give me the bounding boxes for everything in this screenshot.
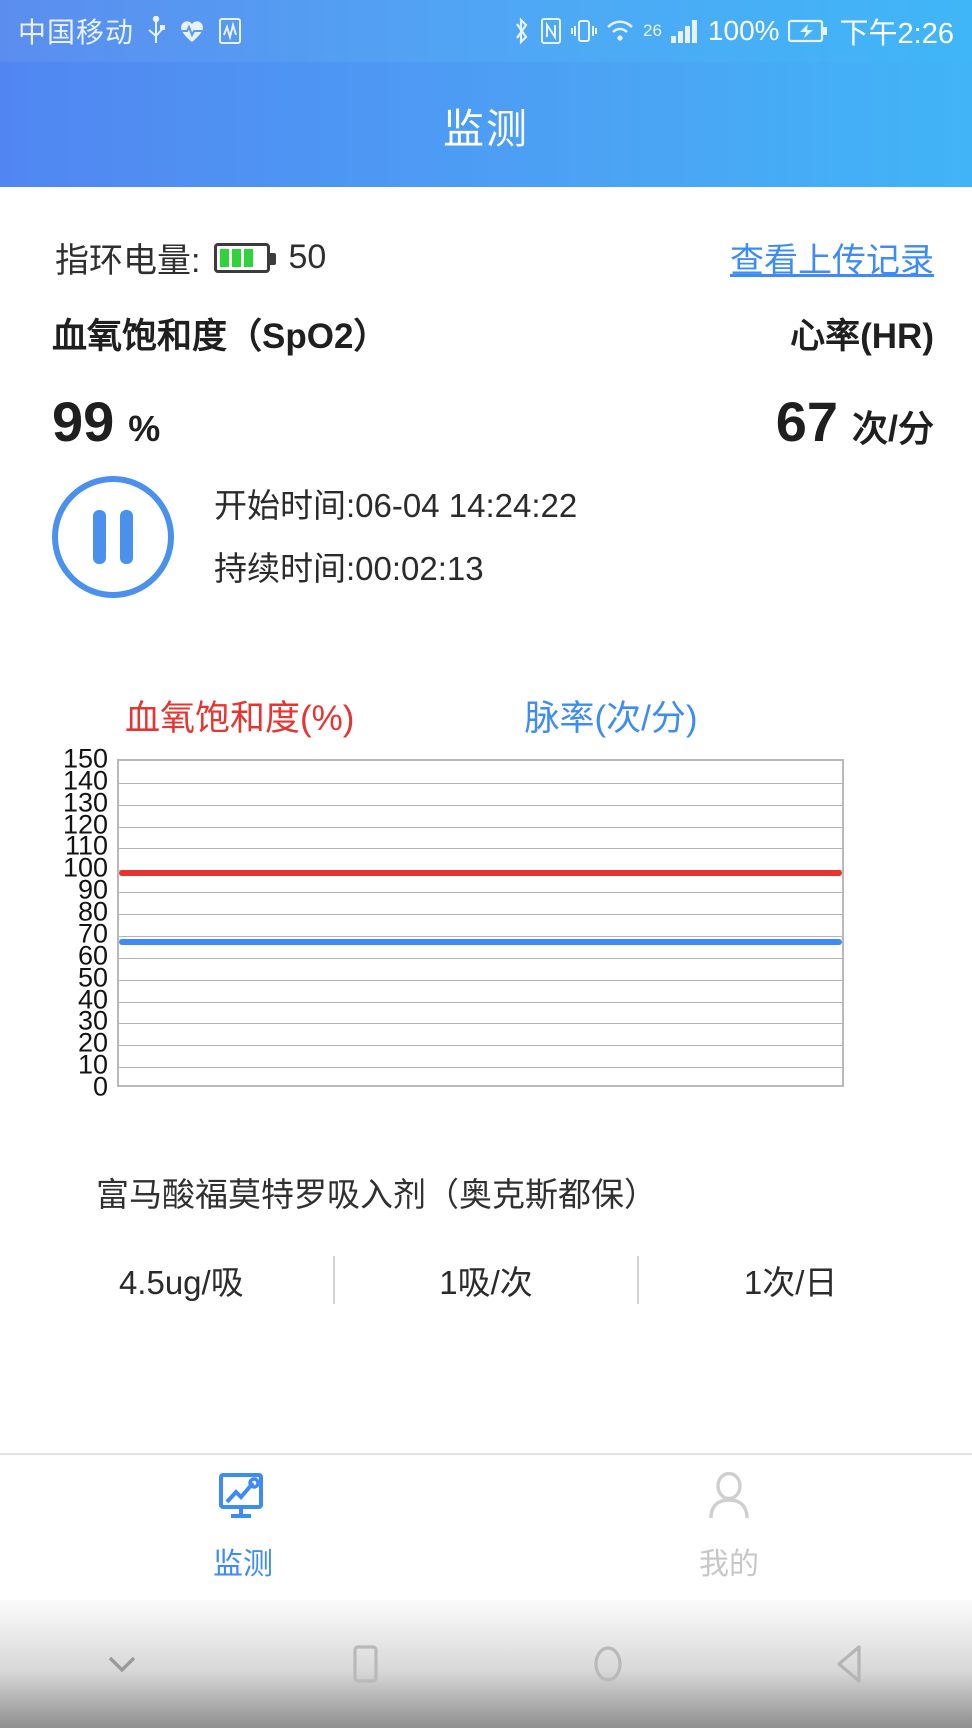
ring-battery-group: 指环电量: 50 (55, 233, 326, 282)
duration-label: 持续时间:00:02:13 (214, 550, 484, 587)
chart-gridline (119, 826, 842, 828)
session-info: 开始时间:06-04 14:24:22 持续时间:00:02:13 (214, 489, 577, 585)
chart-gridline (119, 914, 842, 916)
pause-button[interactable] (52, 476, 174, 598)
chart-gridline (119, 1023, 842, 1025)
ring-battery-label: 指环电量: (55, 242, 201, 280)
session-row: 开始时间:06-04 14:24:22 持续时间:00:02:13 (0, 454, 972, 598)
chart-gridline (119, 1001, 842, 1003)
view-upload-records-link[interactable]: 查看上传记录 (730, 233, 934, 282)
chart-legend: 血氧饱和度(%) 脉率(次/分) (0, 598, 972, 741)
spo2-value-group: 99% (52, 389, 160, 454)
chart-plot-area (117, 759, 844, 1087)
pause-icon-bar-left (93, 510, 106, 564)
main-content: 指环电量: 50 查看上传记录 血氧饱和度（SpO2） 心率(HR) 99% 6… (0, 187, 972, 1455)
medication-name: 富马酸福莫特罗吸入剂（奥克斯都保） (96, 1176, 657, 1213)
hr-value-group: 67 次/分 (776, 389, 934, 454)
nfc-icon (539, 16, 563, 46)
vitals-chart: 150 140 130 120 110 100 90 80 70 60 50 40 30 20 10 0 (0, 745, 972, 1104)
battery-icon (787, 19, 828, 43)
monitor-chart-icon (215, 1472, 271, 1529)
ring-battery-value: 50 (288, 238, 327, 276)
chart-gridline (119, 1067, 842, 1069)
hide-keyboard-icon[interactable] (62, 1624, 182, 1704)
heart-pulse-icon (178, 18, 206, 44)
chart-gridline (119, 1045, 842, 1047)
recents-icon[interactable] (305, 1624, 425, 1704)
home-icon[interactable] (548, 1624, 668, 1704)
tab-profile[interactable]: 我的 (486, 1455, 972, 1600)
start-time-label: 开始时间:06-04 14:24:22 (214, 487, 578, 524)
usb-icon (145, 16, 167, 46)
chart-y-axis: 150 140 130 120 110 100 90 80 70 60 50 40 30 20 10 0 (56, 745, 108, 1100)
wifi-icon (605, 18, 635, 44)
back-icon[interactable] (791, 1624, 911, 1704)
signal-icon (670, 18, 700, 44)
chart-series-line-spo2 (119, 869, 842, 876)
chart-y-tick: 0 (92, 1071, 108, 1102)
network-generation-label: 26 (643, 21, 662, 40)
status-bar-left: 中国移动 (18, 11, 243, 51)
vibrate-icon (571, 16, 597, 46)
chart-series-line-pulse (119, 939, 842, 946)
status-bar: 中国移动 26 100% 下午2:26 (0, 0, 972, 62)
bottom-tab-bar: 监测 我的 (0, 1453, 972, 1600)
tab-profile-label: 我的 (699, 1548, 759, 1581)
spo2-label: 血氧饱和度（SpO2） (52, 317, 389, 356)
ring-battery-icon (214, 242, 277, 273)
bluetooth-icon (511, 16, 531, 46)
chart-gridline (119, 892, 842, 894)
vitals-label-row: 血氧饱和度（SpO2） 心率(HR) (0, 282, 972, 359)
hr-unit: 次/分 (851, 408, 934, 449)
tab-monitor-label: 监测 (213, 1548, 273, 1581)
hr-label: 心率(HR) (790, 317, 934, 356)
chart-gridline (119, 979, 842, 981)
vitals-value-row: 99% 67 次/分 (0, 359, 972, 454)
page-title: 监测 (443, 105, 529, 152)
chart-gridline (119, 804, 842, 806)
medication-dosage-cell: 1次/日 (743, 1264, 838, 1301)
app-bar: 监测 (0, 62, 972, 187)
chart-gridline (119, 935, 842, 937)
ring-battery-row: 指环电量: 50 查看上传记录 (0, 187, 972, 282)
medication-dosage-row: 4.5ug/吸 1吸/次 1次/日 (0, 1256, 972, 1304)
spo2-unit: % (128, 408, 161, 449)
medication-dosage-cell: 4.5ug/吸 (30, 1256, 335, 1304)
legend-item-spo2: 血氧饱和度(%) (125, 699, 355, 738)
battery-percent-label: 100% (707, 15, 780, 46)
pause-icon-bar-right (120, 510, 133, 564)
chart-gridline (119, 782, 842, 784)
spo2-value: 99 (52, 390, 115, 453)
person-icon (701, 1471, 757, 1529)
medication-dosage-cell: 1吸/次 (335, 1256, 640, 1304)
chart-gridline (119, 957, 842, 959)
legend-item-pulse: 脉率(次/分) (524, 699, 698, 738)
tab-monitor[interactable]: 监测 (0, 1455, 486, 1600)
status-bar-right: 26 100% 下午2:26 (511, 10, 954, 52)
android-nav-bar (0, 1600, 972, 1728)
app-badge-icon (217, 17, 243, 45)
chart-gridline (119, 848, 842, 850)
clock-label: 下午2:26 (839, 18, 954, 50)
hr-value: 67 (775, 390, 838, 453)
carrier-label: 中国移动 (18, 17, 135, 48)
